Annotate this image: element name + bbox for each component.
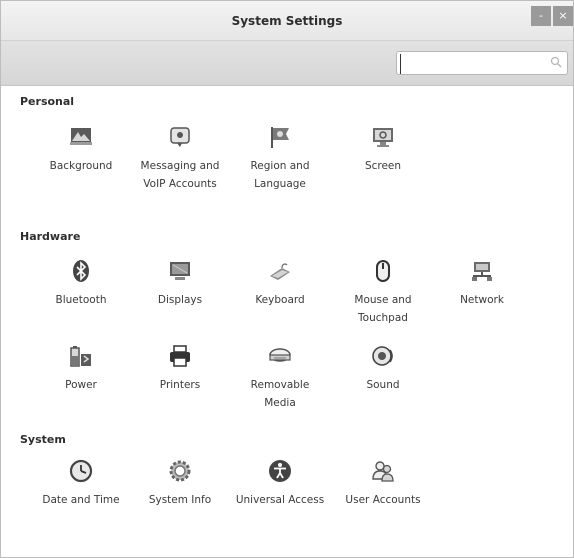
settings-item-region-language[interactable]: Region and Language <box>235 125 325 193</box>
search-input[interactable] <box>400 53 543 74</box>
mouse-icon <box>376 260 390 282</box>
settings-item-label: Printers <box>159 379 201 391</box>
settings-item-printers[interactable]: Printers <box>135 344 225 394</box>
settings-item-label: Displays <box>157 294 203 306</box>
minimize-button[interactable]: - <box>531 6 551 26</box>
settings-item-label: Background <box>49 160 113 172</box>
speaker-icon <box>372 346 393 366</box>
settings-item-label: Network <box>460 294 504 306</box>
settings-item-label: Bluetooth <box>55 294 107 306</box>
settings-item-screen[interactable]: Screen <box>338 125 428 175</box>
search-icon <box>550 56 562 68</box>
section-title-hardware: Hardware <box>20 230 81 243</box>
messaging-icon <box>170 127 190 147</box>
background-icon <box>70 128 92 145</box>
users-icon <box>372 461 394 482</box>
settings-item-power[interactable]: Power <box>36 344 126 394</box>
settings-item-background[interactable]: Background <box>36 125 126 175</box>
settings-item-removable-media[interactable]: Removable Media <box>235 344 325 412</box>
settings-item-keyboard[interactable]: Keyboard <box>235 259 325 309</box>
accessibility-icon <box>269 460 291 482</box>
search-box[interactable] <box>396 51 568 75</box>
battery-icon <box>70 346 91 367</box>
settings-item-label: Screen <box>364 160 402 172</box>
window-controls: - × <box>529 6 573 26</box>
settings-item-label: Sound <box>366 379 400 391</box>
settings-item-date-time[interactable]: Date and Time <box>36 459 126 509</box>
settings-item-sound[interactable]: Sound <box>338 344 428 394</box>
toolbar <box>1 41 573 86</box>
settings-item-label: Date and Time <box>42 494 120 506</box>
settings-item-label: Universal Access <box>235 494 325 506</box>
settings-item-label: Removable Media <box>250 379 310 409</box>
settings-item-displays[interactable]: Displays <box>135 259 225 309</box>
settings-item-system-info[interactable]: System Info <box>135 459 225 509</box>
bluetooth-icon <box>73 260 89 282</box>
clock-icon <box>69 459 93 483</box>
flag-icon <box>271 127 289 148</box>
settings-item-label: Messaging and VoIP Accounts <box>140 160 220 190</box>
settings-item-label: Mouse and Touchpad <box>354 294 412 324</box>
settings-item-messaging[interactable]: Messaging and VoIP Accounts <box>135 125 225 193</box>
settings-item-label: User Accounts <box>345 494 421 506</box>
settings-item-universal-access[interactable]: Universal Access <box>235 459 325 509</box>
settings-item-mouse-touchpad[interactable]: Mouse and Touchpad <box>338 259 428 327</box>
network-icon <box>472 262 492 281</box>
system-settings-window: System Settings - × Personal Background <box>0 0 574 558</box>
settings-item-label: System Info <box>148 494 212 506</box>
section-title-system: System <box>20 433 66 446</box>
section-title-personal: Personal <box>20 95 75 108</box>
gear-icon <box>169 460 191 482</box>
settings-item-network[interactable]: Network <box>437 259 527 309</box>
settings-item-label: Region and Language <box>250 160 310 190</box>
keyboard-icon <box>270 263 290 280</box>
printer-icon <box>170 345 190 367</box>
settings-item-bluetooth[interactable]: Bluetooth <box>36 259 126 309</box>
window-title: System Settings <box>231 14 343 28</box>
removable-media-icon <box>269 348 291 362</box>
title-bar[interactable]: System Settings - × <box>1 1 573 41</box>
settings-item-user-accounts[interactable]: User Accounts <box>338 459 428 509</box>
display-icon <box>170 262 190 280</box>
settings-item-label: Keyboard <box>255 294 305 306</box>
close-button[interactable]: × <box>553 6 573 26</box>
settings-item-label: Power <box>65 379 97 391</box>
screen-lock-icon <box>373 128 393 147</box>
